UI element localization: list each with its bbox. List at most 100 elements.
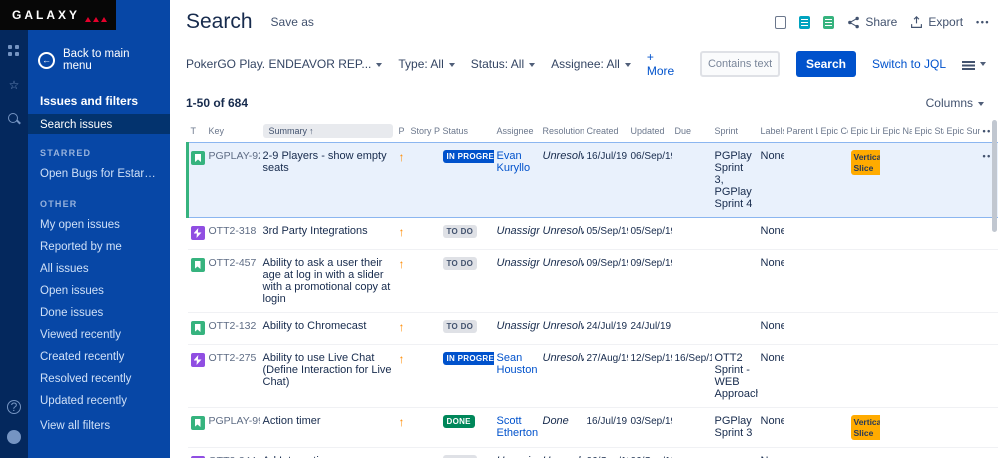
column-header-assignee[interactable]: Assignee <box>494 120 540 143</box>
sidebar-item[interactable]: Viewed recently <box>28 324 170 346</box>
cell-key[interactable]: OTT2-132 <box>205 312 260 345</box>
status-filter-dropdown[interactable]: Status: All <box>470 57 536 71</box>
view-switcher-button[interactable] <box>962 58 986 70</box>
starred-label: STARRED <box>40 148 92 158</box>
column-header-epic-status[interactable]: Epic Status <box>912 120 944 143</box>
column-header-epic-name[interactable]: Epic Name <box>880 120 912 143</box>
export-doc-icon[interactable] <box>823 15 835 29</box>
column-header-status[interactable]: Status <box>440 120 494 143</box>
share-button[interactable]: Share <box>847 15 897 29</box>
cell-assignee[interactable]: Evan Kuryllo <box>493 142 540 218</box>
column-header-resolution[interactable]: Resolution <box>540 120 584 143</box>
type-filter-dropdown[interactable]: Type: All <box>398 57 455 71</box>
sheets-app-icon[interactable] <box>799 15 811 29</box>
type-filter-label: Type: All <box>398 57 444 71</box>
project-filter-dropdown[interactable]: PokerGO Play. ENDEAVOR REP... <box>186 57 383 71</box>
vertical-scrollbar[interactable] <box>992 120 997 232</box>
epic-link-tag[interactable]: Vertical Slice <box>850 150 880 176</box>
column-header-parent-link[interactable]: Parent Link <box>784 120 818 143</box>
cell-key[interactable]: OTT2-457 <box>205 249 260 313</box>
back-to-main-menu[interactable]: ← Back to main menu <box>28 40 170 86</box>
status-filter-label: Status: All <box>470 57 525 71</box>
app-switcher-icon[interactable] <box>7 44 21 58</box>
table-row[interactable]: OTT2-275 Ability to use Live Chat (Define… <box>187 344 998 408</box>
save-as-link[interactable]: Save as <box>271 15 314 29</box>
cell-summary[interactable]: 3rd Party Integrations <box>259 217 396 250</box>
sidebar-item[interactable]: Done issues <box>28 302 170 324</box>
column-header-key[interactable]: Key <box>206 120 260 143</box>
cell-assignee[interactable]: Scott Etherton <box>493 407 540 449</box>
search-button[interactable]: Search <box>795 51 856 77</box>
sidebar-item[interactable]: Open issues <box>28 280 170 302</box>
sidebar-item[interactable]: Created recently <box>28 346 170 368</box>
switch-to-jql-link[interactable]: Switch to JQL <box>872 57 946 71</box>
column-header-story-points[interactable]: Story Points <box>408 120 440 143</box>
cell-epic-link[interactable]: Vertical Slice <box>847 407 880 449</box>
column-header-due[interactable]: Due <box>672 120 712 143</box>
cell-summary[interactable]: 2-9 Players - show empty seats <box>259 142 396 218</box>
column-header-updated[interactable]: Updated <box>628 120 672 143</box>
cell-key[interactable]: PGPLAY-99 <box>205 407 260 449</box>
table-row[interactable]: PGPLAY-99 Action timer ↑ DONE Scott Etherton… <box>187 407 998 449</box>
sidebar-item[interactable]: Updated recently <box>28 390 170 412</box>
cell-story-points <box>407 312 440 345</box>
cell-status: TO DO <box>439 312 494 345</box>
cell-key[interactable]: PGPLAY-92 <box>205 142 260 218</box>
table-row[interactable]: OTT2-318 3rd Party Integrations ↑ TO DO Unas… <box>187 217 998 250</box>
cell-epic-summary <box>943 249 980 313</box>
column-header-labels[interactable]: Labels <box>758 120 784 143</box>
sidebar-item[interactable]: My open issues <box>28 214 170 236</box>
cell-summary[interactable]: Ability to ask a user their age at log i… <box>259 249 396 313</box>
column-header-sprint[interactable]: Sprint <box>712 120 758 143</box>
cell-row-actions <box>979 407 998 449</box>
cell-epic-link[interactable]: Vertical Slice <box>847 142 880 218</box>
cell-epic-name <box>879 447 912 458</box>
cell-summary[interactable]: Action timer <box>259 407 396 449</box>
cell-issue-type <box>187 447 206 458</box>
status-lozenge: IN PROGRESS <box>442 150 494 163</box>
more-filters-button[interactable]: + More <box>647 50 684 78</box>
column-header-p[interactable]: P <box>396 120 408 143</box>
column-header-epic-summary[interactable]: Epic Summary <box>944 120 980 143</box>
column-header-summary[interactable]: Summary ↑ <box>260 120 396 143</box>
cell-key[interactable]: OTT2-318 <box>205 217 260 250</box>
status-lozenge: IN PROGRESS <box>442 352 494 365</box>
cell-key[interactable]: OTT2-344 <box>205 447 260 458</box>
table-row[interactable]: OTT2-132 Ability to Chromecast ↑ TO DO Unass… <box>187 312 998 345</box>
cell-summary[interactable]: Ad Integration <box>259 447 396 458</box>
view-all-filters-link[interactable]: View all filters <box>28 412 170 458</box>
cell-assignee[interactable]: Sean Houston <box>493 344 540 408</box>
galaxy-logo-text: GALAXY <box>12 8 81 22</box>
cell-resolution: Unresolved <box>539 249 584 313</box>
contains-text-input[interactable] <box>699 51 780 77</box>
cell-epic-link <box>847 312 880 345</box>
column-header-epic-color[interactable]: Epic Color <box>818 120 848 143</box>
export-button[interactable]: Export <box>910 15 963 29</box>
cell-summary[interactable]: Ability to use Live Chat (Define Interac… <box>259 344 396 408</box>
sidebar-item-search-issues[interactable]: Search issues <box>28 114 170 134</box>
column-header-created[interactable]: Created <box>584 120 628 143</box>
sidebar-item[interactable]: Reported by me <box>28 236 170 258</box>
column-header-t[interactable]: T <box>188 120 206 143</box>
search-icon[interactable] <box>7 112 21 126</box>
assignee-filter-dropdown[interactable]: Assignee: All <box>551 57 631 71</box>
sidebar-section-issues-and-filters[interactable]: Issues and filters <box>28 86 170 114</box>
profile-avatar[interactable] <box>7 430 21 444</box>
help-icon[interactable]: ? <box>7 400 21 414</box>
epic-link-tag[interactable]: Vertical Slice <box>850 415 880 441</box>
table-row[interactable]: OTT2-457 Ability to ask a user their age … <box>187 249 998 313</box>
copy-pages-icon[interactable] <box>771 12 787 29</box>
columns-button[interactable]: Columns <box>926 96 984 110</box>
columns-label: Columns <box>925 96 973 110</box>
cell-epic-summary <box>943 142 980 218</box>
cell-key[interactable]: OTT2-275 <box>205 344 260 408</box>
sidebar-item[interactable]: All issues <box>28 258 170 280</box>
cell-summary[interactable]: Ability to Chromecast <box>259 312 396 345</box>
more-actions-icon[interactable]: ••• <box>976 17 990 27</box>
table-row[interactable]: OTT2-344Ad Integration↑ TO DOUnassignedUn… <box>187 447 998 458</box>
sidebar-item[interactable]: Resolved recently <box>28 368 170 390</box>
column-header-epic-link[interactable]: Epic Link <box>848 120 880 143</box>
star-icon[interactable]: ☆ <box>7 78 21 92</box>
sidebar-item[interactable]: Open Bugs for Estars as of 4... <box>28 163 170 185</box>
table-row[interactable]: PGPLAY-92 2-9 Players - show empty seats ↑… <box>186 142 998 218</box>
